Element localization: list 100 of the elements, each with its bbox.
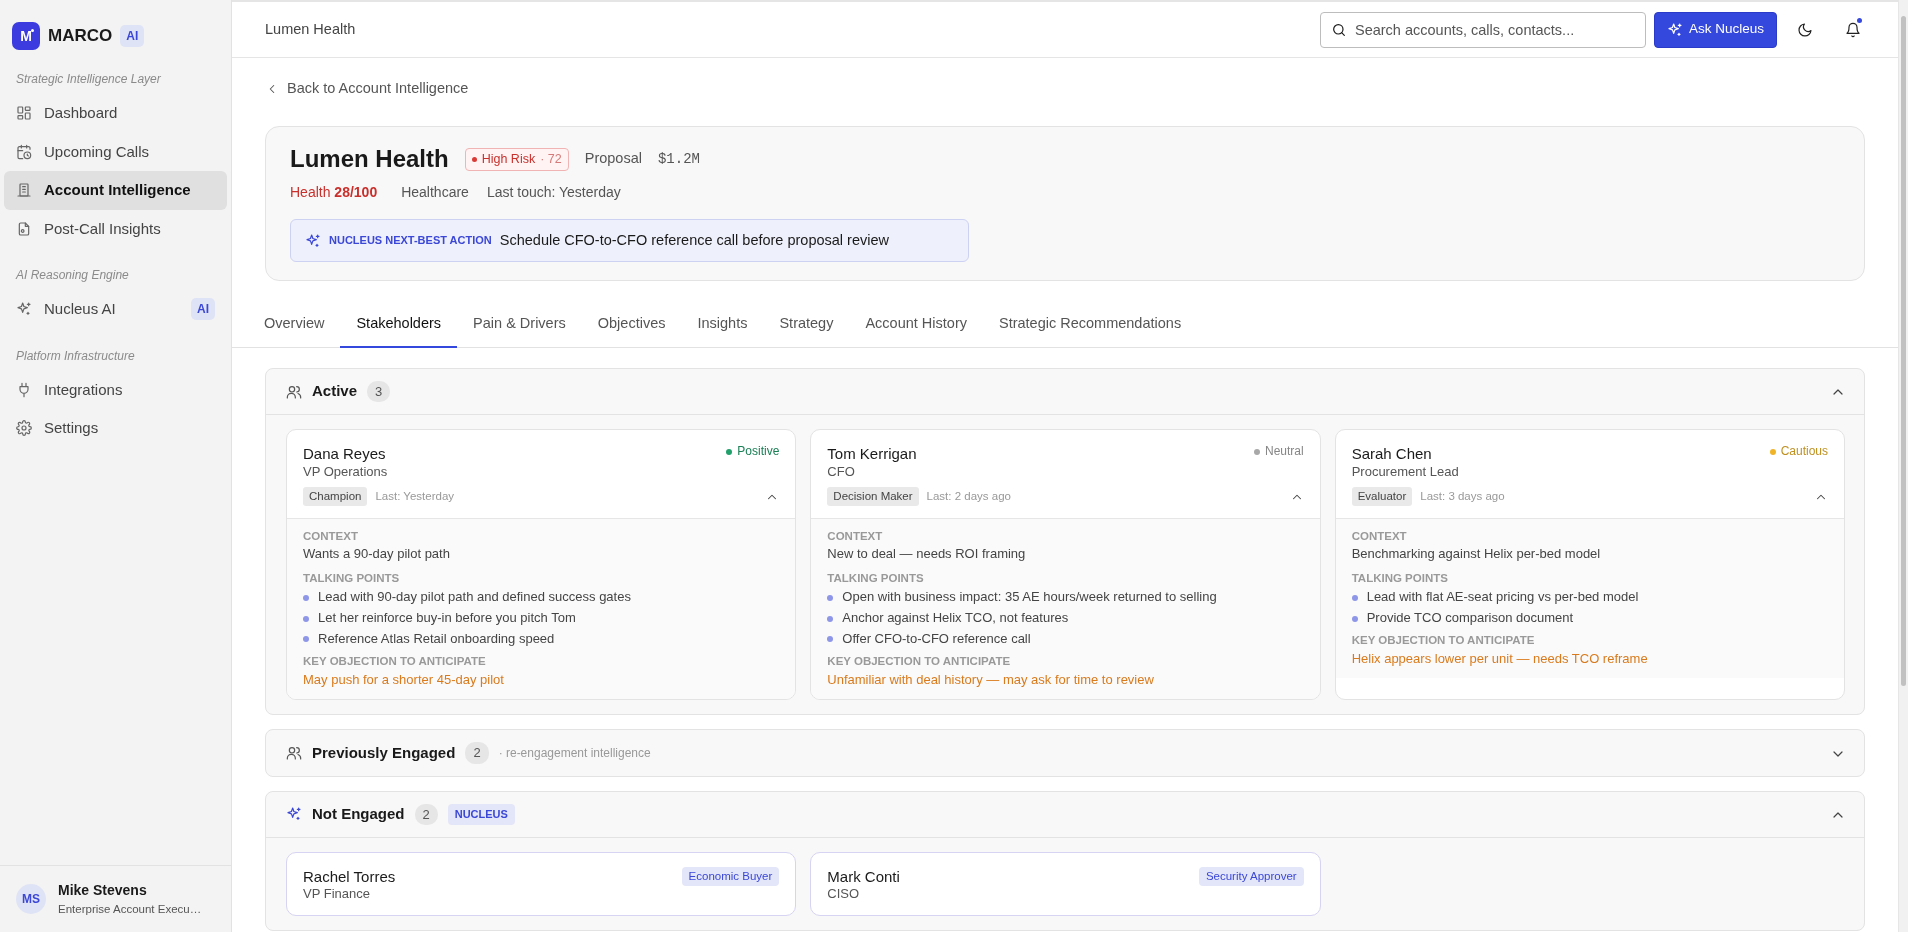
stakeholder-name: Tom Kerrigan bbox=[827, 444, 917, 464]
tab[interactable]: Insights bbox=[681, 303, 764, 349]
role-tag: Evaluator bbox=[1351, 486, 1413, 506]
bullet-icon bbox=[827, 594, 834, 601]
sparkle-icon bbox=[305, 232, 321, 249]
user-avatar: MS bbox=[16, 883, 46, 914]
field-label: CONTEXT bbox=[827, 528, 884, 544]
stakeholder-title: VP Finance bbox=[303, 886, 371, 904]
tab[interactable]: Objectives bbox=[581, 303, 682, 349]
section-title: Active bbox=[312, 381, 358, 402]
sidebar-group-heading: Strategic Intelligence Layer bbox=[16, 71, 162, 88]
logo-icon: M bbox=[12, 22, 40, 50]
ask-button[interactable]: Ask Nucleus bbox=[1653, 11, 1777, 48]
role-tag: Champion bbox=[303, 486, 368, 506]
talking-point: Anchor against Helix TCO, not features bbox=[842, 610, 1069, 628]
field-label: TALKING POINTS bbox=[827, 571, 925, 587]
sentiment-label: Positive bbox=[737, 444, 780, 460]
next-action-label: NUCLEUS NEXT-BEST ACTION bbox=[329, 233, 492, 249]
grid-icon bbox=[16, 105, 32, 122]
objection-text: Helix appears lower per unit — needs TCO reframe bbox=[1351, 651, 1649, 668]
calendar-clock-icon bbox=[16, 143, 32, 160]
tab[interactable]: Stakeholders bbox=[340, 303, 458, 349]
sidebar-group-heading: Platform Infrastructure bbox=[16, 347, 136, 365]
context-text: Benchmarking against Helix per-bed model bbox=[1351, 546, 1602, 564]
scrollbar[interactable] bbox=[1898, 0, 1908, 932]
talking-point: Lead with 90-day pilot path and defined success gates bbox=[318, 589, 631, 607]
user-name: Mike Stevens bbox=[58, 880, 148, 900]
sparkle-icon bbox=[286, 806, 302, 823]
tab[interactable]: Strategy bbox=[763, 303, 850, 349]
sidebar-item[interactable]: Account Intelligence bbox=[4, 171, 227, 210]
back-link[interactable]: Back to Account Intelligence bbox=[265, 78, 469, 100]
settings-icon bbox=[16, 420, 32, 437]
role-tag: Decision Maker bbox=[827, 486, 919, 506]
stakeholder-title: VP Operations bbox=[303, 463, 388, 481]
role-tag: Economic Buyer bbox=[681, 866, 780, 886]
tab[interactable]: Account History bbox=[849, 303, 983, 349]
last-contact: Last: 2 days ago bbox=[926, 488, 1011, 504]
tab[interactable]: Strategic Recommendations bbox=[983, 303, 1198, 349]
bell-icon bbox=[1845, 22, 1861, 39]
ai-tag: AI bbox=[120, 25, 145, 47]
section-title: Not Engaged bbox=[312, 804, 405, 824]
risk-tag: High Risk · 72 bbox=[464, 147, 569, 171]
next-action-text: Schedule CFO-to-CFO reference call before proposal review bbox=[499, 230, 889, 250]
stakeholder-name: Rachel Torres bbox=[303, 866, 396, 887]
bullet-icon bbox=[303, 636, 309, 643]
bullet-icon bbox=[1351, 615, 1358, 622]
stakeholder-title: CISO bbox=[827, 886, 861, 904]
stakeholder-name: Dana Reyes bbox=[303, 444, 387, 464]
objection-text: Unfamiliar with deal history — may ask for time to review bbox=[827, 671, 1155, 689]
tab[interactable]: Overview bbox=[248, 303, 341, 349]
search-field[interactable]: Search accounts, calls, contacts... bbox=[1319, 11, 1646, 48]
bullet-icon bbox=[303, 615, 309, 622]
sidebar-item[interactable]: Dashboard bbox=[4, 94, 227, 133]
page-title: Lumen Health bbox=[265, 19, 356, 39]
objection-text: May push for a shorter 45-day pilot bbox=[303, 671, 505, 689]
last-touch: Last touch: Yesterday bbox=[486, 182, 621, 202]
health-score: Health 28/100 bbox=[290, 182, 378, 202]
bullet-icon bbox=[1351, 594, 1358, 601]
sidebar-item[interactable]: Nucleus AI AI bbox=[4, 290, 227, 329]
field-label: KEY OBJECTION TO ANTICIPATE bbox=[1351, 633, 1536, 648]
talking-point: Reference Atlas Retail onboarding speed bbox=[318, 631, 555, 648]
sidebar-item[interactable]: Integrations bbox=[4, 370, 227, 409]
last-contact: Last: Yesterday bbox=[375, 488, 455, 504]
section-title: Previously Engaged bbox=[312, 742, 456, 763]
sidebar-group-heading: AI Reasoning Engine bbox=[16, 267, 130, 284]
context-text: Wants a 90-day pilot path bbox=[303, 546, 451, 564]
talking-point: Provide TCO comparison document bbox=[1366, 610, 1574, 628]
people-icon bbox=[286, 744, 302, 761]
stakeholder-title: CFO bbox=[827, 463, 856, 481]
talking-point: Lead with flat AE-seat pricing vs per-bed model bbox=[1366, 589, 1639, 607]
field-label: TALKING POINTS bbox=[303, 571, 401, 587]
role-tag: Security Approver bbox=[1198, 866, 1304, 886]
sentiment-label: Cautious bbox=[1780, 444, 1828, 460]
sparkle-icon bbox=[1666, 21, 1683, 38]
industry: Healthcare bbox=[401, 182, 469, 202]
deal-value: $1.2M bbox=[657, 149, 700, 169]
context-text: New to deal — needs ROI framing bbox=[827, 546, 1027, 564]
field-label: KEY OBJECTION TO ANTICIPATE bbox=[827, 653, 1012, 669]
field-label: TALKING POINTS bbox=[1351, 571, 1449, 587]
stakeholder-title: Procurement Lead bbox=[1351, 463, 1459, 481]
sidebar-item[interactable]: Settings bbox=[4, 409, 227, 448]
last-contact: Last: 3 days ago bbox=[1420, 488, 1505, 504]
deal-stage: Proposal bbox=[584, 149, 642, 169]
tab[interactable]: Pain & Drivers bbox=[457, 303, 582, 349]
file-icon bbox=[16, 220, 32, 237]
sentiment-label: Neutral bbox=[1264, 444, 1304, 460]
sidebar-item[interactable]: Upcoming Calls bbox=[4, 132, 227, 171]
ai-tag: AI bbox=[191, 298, 215, 321]
count-badge: 2 bbox=[414, 803, 438, 825]
talking-point: Open with business impact: 35 AE hours/week returned to selling bbox=[842, 589, 1217, 607]
field-label: CONTEXT bbox=[303, 528, 359, 544]
field-label: CONTEXT bbox=[1351, 528, 1408, 544]
brand-name: MARCO bbox=[48, 25, 113, 48]
sidebar-item[interactable]: Post-Call Insights bbox=[4, 209, 227, 248]
talking-point: Let her reinforce buy-in before you pitch Tom bbox=[318, 610, 576, 628]
bullet-icon bbox=[827, 615, 834, 622]
stakeholder-name: Mark Conti bbox=[827, 866, 900, 887]
account-name: Lumen Health bbox=[290, 144, 449, 174]
stakeholder-name: Sarah Chen bbox=[1351, 444, 1433, 464]
count-badge: 3 bbox=[367, 380, 391, 403]
